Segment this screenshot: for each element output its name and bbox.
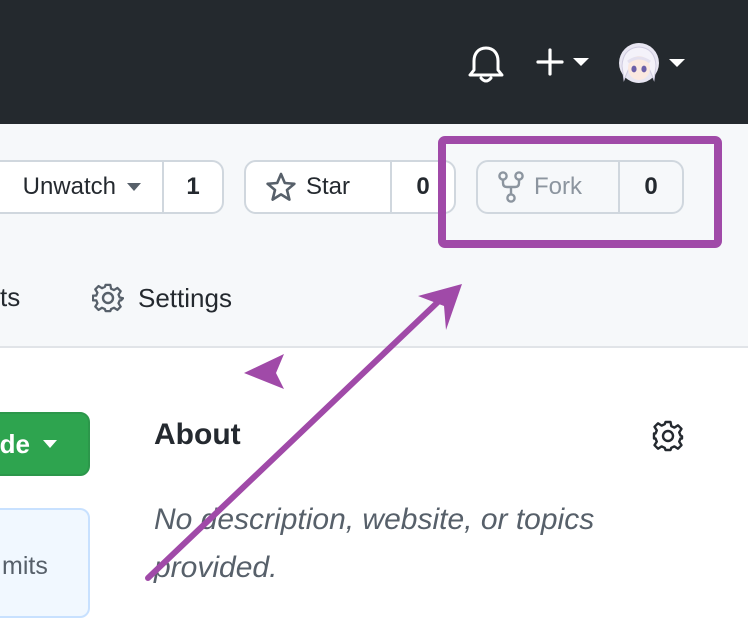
- gear-icon[interactable]: [652, 420, 684, 452]
- avatar: [619, 43, 659, 83]
- latest-commit-box: mits: [0, 508, 90, 618]
- fork-label: Fork: [534, 173, 582, 200]
- watchers-count[interactable]: 1: [164, 162, 222, 212]
- stargazers-count-text: 0: [416, 173, 430, 200]
- watch-button-group: Unwatch 1: [0, 160, 224, 214]
- bell-icon: [468, 46, 504, 83]
- stargazers-count[interactable]: 0: [392, 162, 454, 212]
- tab-partial[interactable]: ts: [0, 282, 20, 313]
- star-label: Star: [306, 173, 351, 200]
- star-icon: [266, 172, 296, 201]
- tab-settings-label: Settings: [138, 282, 232, 313]
- notifications-button[interactable]: [468, 44, 504, 84]
- star-button-group: Star 0: [244, 160, 456, 214]
- fork-icon: [498, 171, 524, 203]
- annotation-mark: [244, 354, 284, 389]
- repo-header: [0, 124, 748, 348]
- about-description: No description, website, or topics provi…: [154, 503, 595, 584]
- tab-settings[interactable]: Settings: [92, 282, 232, 314]
- unwatch-label: Unwatch: [22, 173, 116, 200]
- create-new-button[interactable]: [536, 48, 590, 76]
- star-button[interactable]: Star: [246, 162, 392, 212]
- fork-button[interactable]: Fork: [478, 162, 620, 212]
- code-button[interactable]: de: [0, 412, 90, 476]
- unwatch-button[interactable]: Unwatch: [0, 162, 164, 212]
- fork-button-group: Fork 0: [476, 160, 684, 214]
- commits-link[interactable]: mits: [2, 552, 48, 581]
- gear-icon: [92, 283, 124, 313]
- chevron-down-icon: [573, 58, 589, 66]
- chevron-down-icon: [43, 440, 57, 448]
- user-menu-button[interactable]: [618, 42, 686, 84]
- forks-count-text: 0: [644, 173, 658, 200]
- watchers-count-text: 1: [186, 173, 200, 200]
- chevron-down-icon: [127, 183, 141, 191]
- forks-count[interactable]: 0: [620, 162, 682, 212]
- code-button-label: de: [0, 428, 30, 459]
- chevron-down-icon: [669, 59, 685, 67]
- about-heading: About: [154, 418, 241, 451]
- plus-icon: [536, 48, 564, 76]
- global-header: [0, 0, 748, 124]
